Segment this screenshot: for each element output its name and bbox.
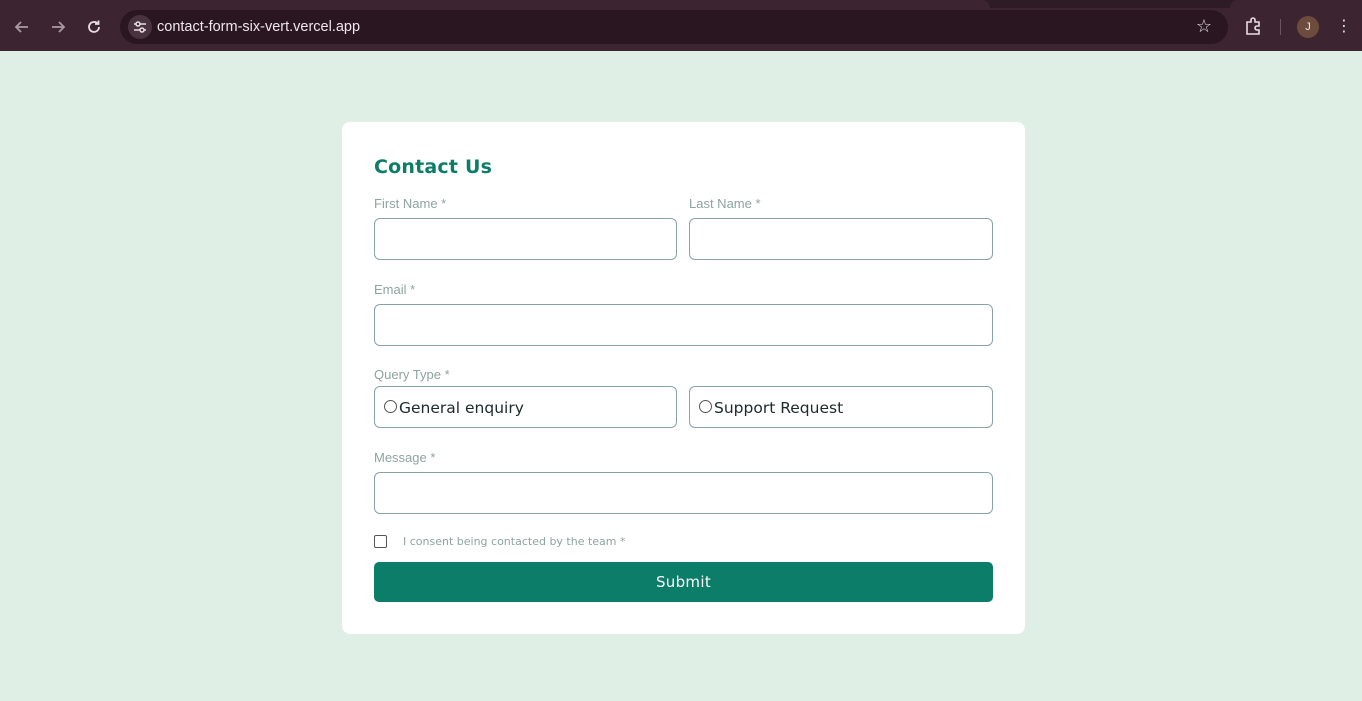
submit-button[interactable]: Submit [374,562,993,602]
address-bar[interactable]: contact-form-six-vert.vercel.app ☆ [120,10,1228,44]
consent-label[interactable]: I consent being contacted by the team * [403,535,626,548]
email-input[interactable] [374,304,993,346]
last-name-label: Last Name * [689,196,761,211]
site-info-button[interactable] [128,15,152,39]
toolbar-divider [1280,19,1281,35]
general-enquiry-label[interactable]: General enquiry [399,399,524,417]
last-name-input[interactable] [689,218,993,260]
profile-avatar[interactable]: J [1297,16,1319,38]
general-enquiry-radio[interactable] [384,400,397,413]
inactive-tab-edge[interactable] [1230,0,1362,8]
forward-button[interactable] [45,14,71,40]
arrow-right-icon [52,21,66,33]
active-tab-edge[interactable] [0,0,990,8]
message-label: Message * [374,450,436,465]
puzzle-icon [1246,17,1260,35]
first-name-input[interactable] [374,218,677,260]
message-textarea[interactable] [374,472,993,514]
kebab-menu-icon[interactable]: ⋮ [1334,15,1354,37]
reload-button[interactable] [81,14,107,40]
support-request-radio[interactable] [699,400,712,413]
tab-strip [0,0,1362,8]
form-title: Contact Us [374,156,493,178]
contact-form-card: Contact Us First Name * Last Name * Emai… [342,122,1025,634]
url-text[interactable]: contact-form-six-vert.vercel.app [157,10,360,44]
email-label: Email * [374,282,416,297]
query-option-general[interactable]: General enquiry [374,386,677,428]
tune-icon [134,21,146,33]
consent-checkbox[interactable] [374,535,387,548]
reload-icon [88,20,100,33]
query-option-support[interactable]: Support Request [689,386,993,428]
back-button[interactable] [9,14,35,40]
bookmark-star-icon[interactable]: ☆ [1194,17,1214,37]
arrow-left-icon [14,21,28,33]
first-name-label: First Name * [374,196,447,211]
extensions-button[interactable] [1243,15,1265,37]
query-type-label: Query Type * [374,367,450,382]
support-request-label[interactable]: Support Request [714,399,843,417]
browser-toolbar: contact-form-six-vert.vercel.app ☆ J ⋮ [0,0,1362,51]
